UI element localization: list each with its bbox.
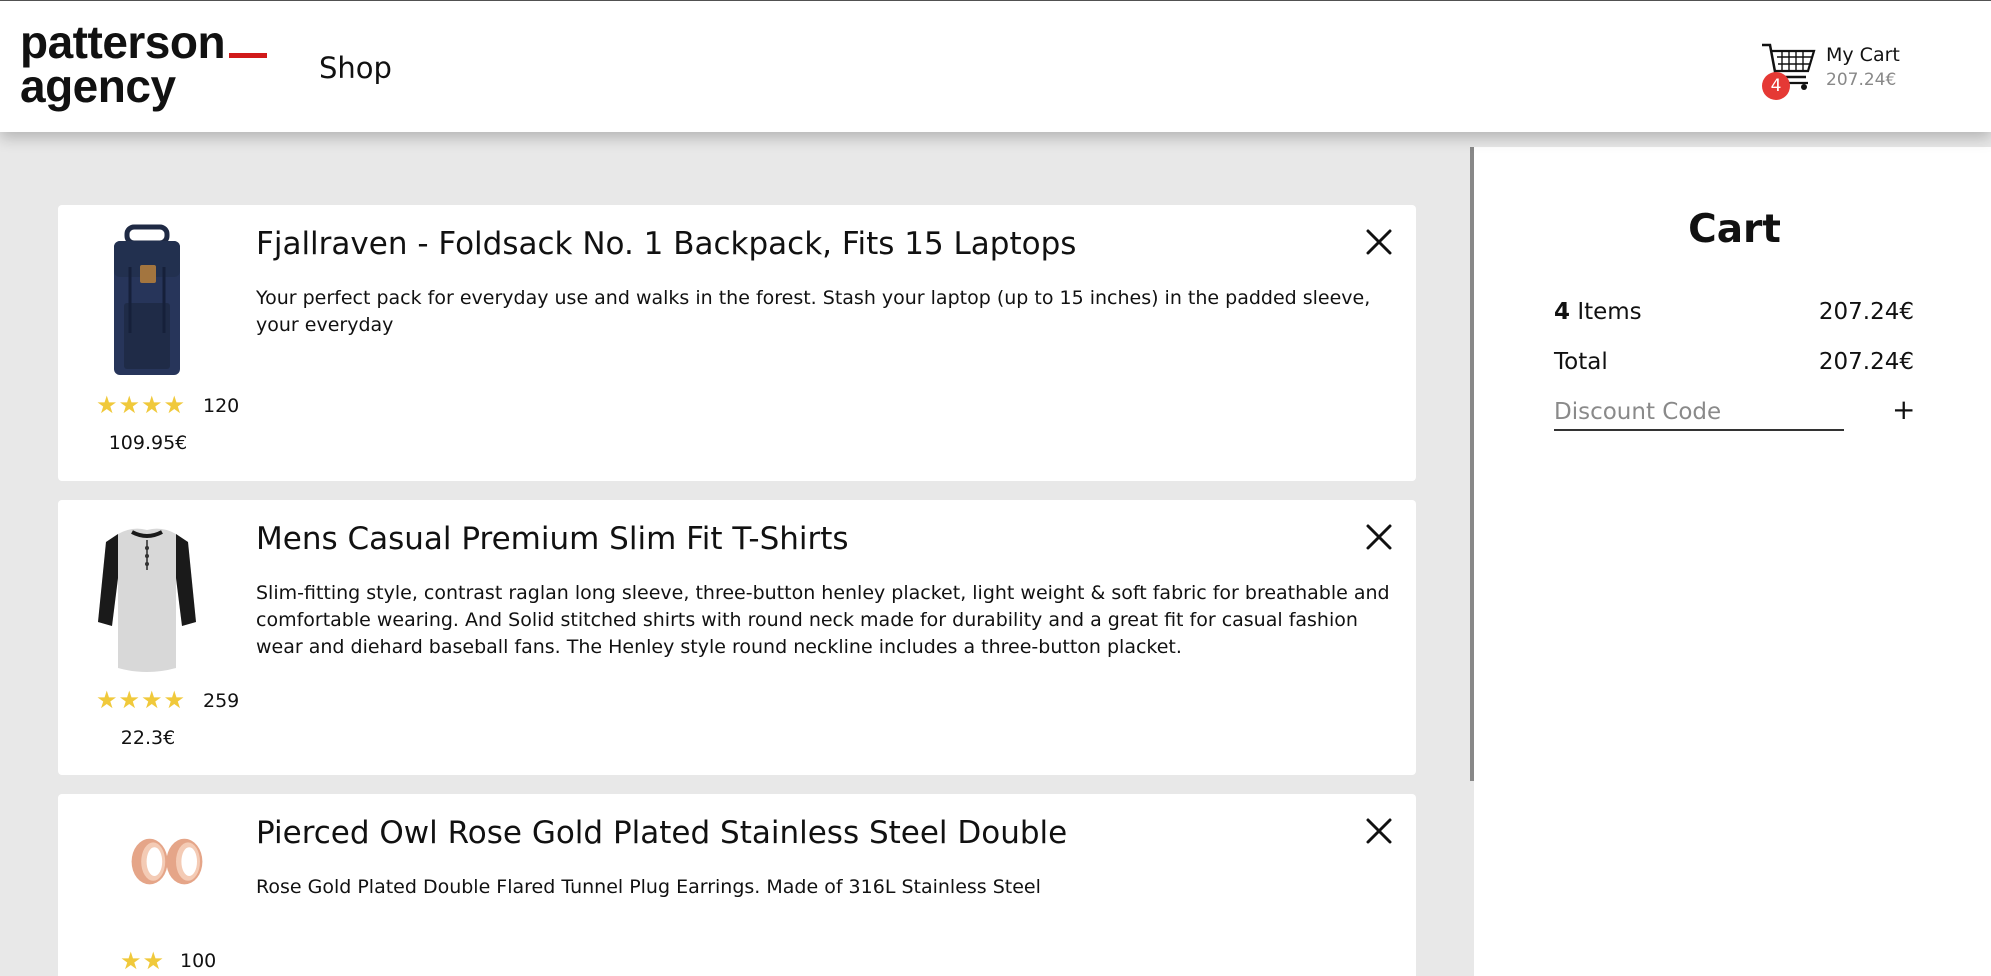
rating-count: 259 [203,690,240,712]
logo-line1: patterson [20,16,226,68]
item-price: 22.3€ [120,727,176,749]
items-word: Items [1577,299,1642,325]
logo[interactable]: patterson agency [20,16,268,112]
rating-stars: ★★★★ [96,391,187,419]
site-header: patterson agency Shop 4 My Cart 207.24€ [0,1,1991,132]
remove-item-close-icon[interactable] [1364,227,1394,257]
item-description: Rose Gold Plated Double Flared Tunnel Pl… [256,876,1041,898]
discount-code-input[interactable] [1554,395,1844,431]
cart-summary-panel: Cart 4 Items 207.24€ Total 207.24€ + [1474,147,1991,976]
cart-widget[interactable]: 4 My Cart 207.24€ [1760,41,1910,100]
remove-item-close-icon[interactable] [1364,816,1394,846]
item-description: Your perfect pack for everyday use and w… [256,287,1371,336]
rating-count: 100 [180,950,217,972]
total-amount: 207.24€ [1818,349,1914,375]
rating-stars: ★★ [120,947,166,975]
item-title[interactable]: Fjallraven - Foldsack No. 1 Backpack, Fi… [256,226,1076,262]
rating-count: 120 [203,395,240,417]
cart-item-card: ★★★★ 259 22.3€ Mens Casual Premium Slim … [58,500,1416,775]
backpack-image [114,224,180,375]
item-title[interactable]: Pierced Owl Rose Gold Plated Stainless S… [256,815,1067,851]
items-amount: 207.24€ [1818,299,1914,325]
items-row: 4 Items 207.24€ [1554,299,1914,325]
logo-accent-bar [229,53,268,58]
total-label: Total [1554,349,1608,375]
cart-label: My Cart [1826,44,1900,66]
item-price: 109.95€ [108,432,188,454]
item-description: Slim-fitting style, contrast raglan long… [256,582,1390,658]
rating-stars: ★★★★ [96,686,187,714]
cart-title: Cart [1688,207,1781,252]
cart-count-badge: 4 [1762,72,1790,100]
tshirt-image [98,528,196,672]
cart-total: 207.24€ [1826,70,1897,90]
items-count: 4 [1554,299,1571,325]
total-row: Total 207.24€ [1554,349,1914,375]
cart-item-card: ★★ 100 Pierced Owl Rose Gold Plated Stai… [58,794,1416,976]
cart-item-card: ★★★★ 120 109.95€ Fjallraven - Foldsack N… [58,205,1416,481]
logo-line2: agency [20,60,176,112]
item-title[interactable]: Mens Casual Premium Slim Fit T-Shirts [256,521,849,557]
nav-shop-link[interactable]: Shop [319,51,392,85]
items-summary: 4 Items [1554,299,1642,325]
earrings-image [131,838,203,885]
remove-item-close-icon[interactable] [1364,522,1394,552]
add-discount-button[interactable]: + [1892,393,1915,426]
